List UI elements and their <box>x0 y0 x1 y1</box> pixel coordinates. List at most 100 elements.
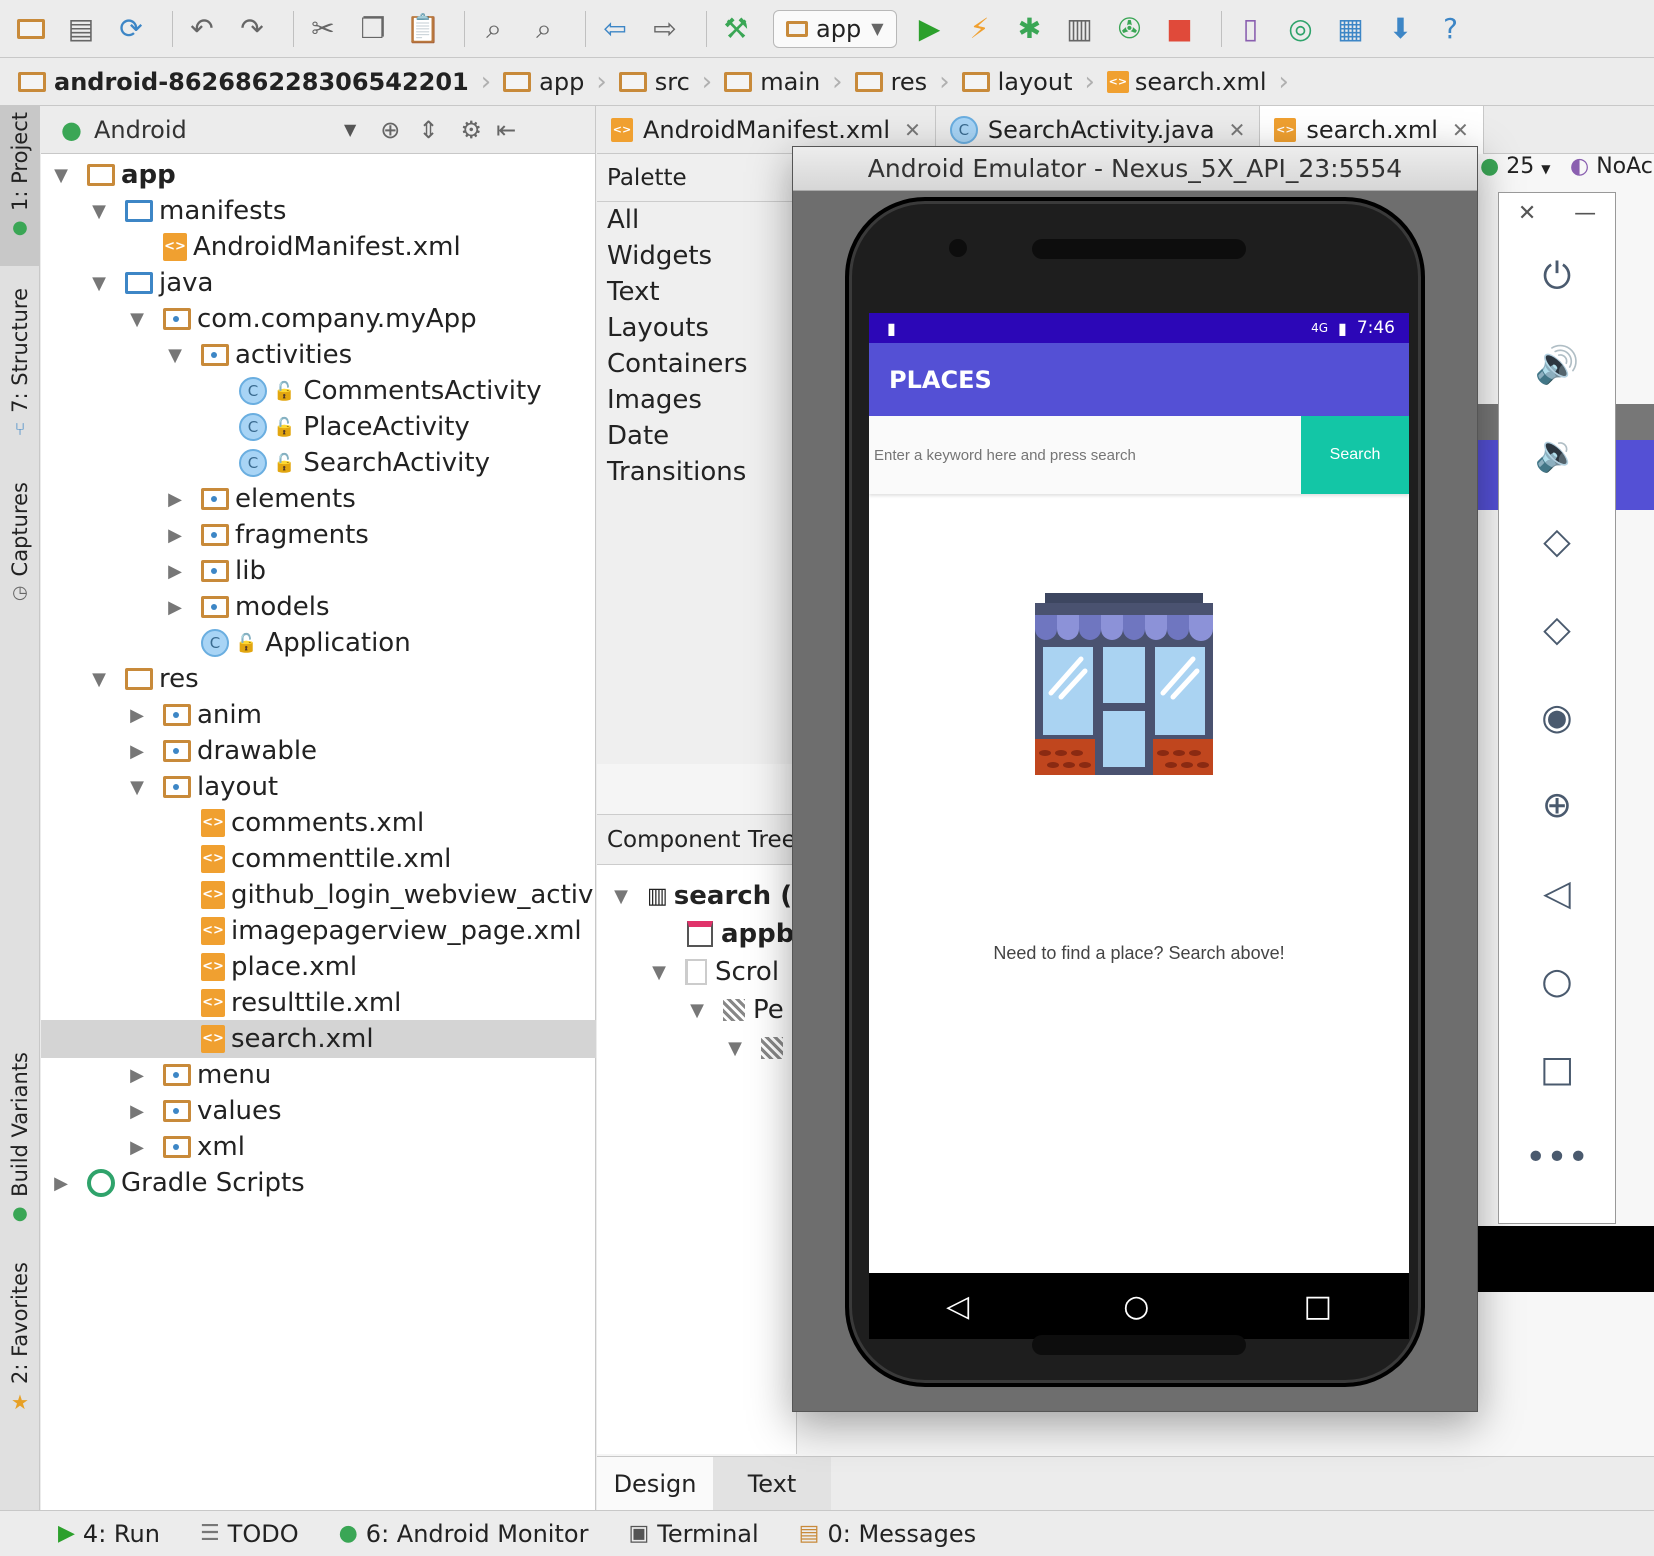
tree-item[interactable]: C 🔓 CommentsActivity <box>41 372 596 410</box>
cut-icon[interactable]: ✂ <box>304 10 342 48</box>
project-structure-icon[interactable]: ▦ <box>1332 10 1370 48</box>
tab-design[interactable]: Design <box>597 1457 713 1511</box>
volume-down-icon[interactable]: 🔉 <box>1499 409 1615 497</box>
back-icon[interactable]: ⇦ <box>596 10 634 48</box>
palette-category[interactable]: Transitions <box>597 454 796 490</box>
save-icon[interactable]: ▤ <box>62 10 100 48</box>
api-level-selector[interactable]: ● 25 ▼ <box>1480 154 1550 179</box>
avd-manager-icon[interactable]: ▯ <box>1232 10 1270 48</box>
overview-icon[interactable]: □ <box>1499 1025 1615 1113</box>
palette-category[interactable]: Date <box>597 418 796 454</box>
collapse-arrow-icon[interactable]: ▶ <box>125 705 149 726</box>
tree-item[interactable]: ▼ activities <box>41 336 596 374</box>
palette-category[interactable]: Widgets <box>597 238 796 274</box>
find-icon[interactable]: ⌕ <box>475 10 513 48</box>
breadcrumb-item-app[interactable]: app <box>503 68 584 96</box>
copy-icon[interactable]: ❐ <box>354 10 392 48</box>
tool-tab-captures[interactable]: Captures ◷ <box>0 476 40 616</box>
palette-category[interactable]: Layouts <box>597 310 796 346</box>
tree-item[interactable]: C 🔓 Application <box>41 624 596 662</box>
minimize-icon[interactable]: — <box>1574 201 1596 226</box>
undo-icon[interactable]: ↶ <box>183 10 221 48</box>
back-nav-icon[interactable]: ◁ <box>946 1289 969 1324</box>
replace-icon[interactable]: ⌕ <box>525 10 563 48</box>
stop-icon[interactable]: ■ <box>1161 10 1199 48</box>
run-configuration-dropdown[interactable]: app ▼ <box>773 9 897 48</box>
tool-tab-build-variants[interactable]: Build Variants ● <box>0 1046 40 1224</box>
project-view-selector[interactable]: Android <box>94 116 344 144</box>
collapse-arrow-icon[interactable]: ▶ <box>125 741 149 762</box>
tree-item[interactable]: ▼ app <box>41 156 596 194</box>
tree-item[interactable]: ▼ com.company.myApp <box>41 300 596 338</box>
open-folder-icon[interactable] <box>12 10 50 48</box>
tree-item[interactable]: <> resulttile.xml <box>41 984 596 1022</box>
collapse-arrow-icon[interactable]: ▶ <box>163 525 187 546</box>
help-icon[interactable]: ? <box>1432 10 1470 48</box>
tree-item[interactable]: ▼ java <box>41 264 596 302</box>
palette-category[interactable]: Images <box>597 382 796 418</box>
breadcrumb-item-src[interactable]: src <box>618 68 690 96</box>
power-icon[interactable]: ⏻ <box>1499 233 1615 321</box>
collapse-arrow-icon[interactable]: ▶ <box>163 489 187 510</box>
rotate-right-icon[interactable]: ◇ <box>1499 585 1615 673</box>
hide-panel-icon[interactable]: ⇤ <box>496 116 516 144</box>
tree-item[interactable]: ▶ fragments <box>41 516 596 554</box>
expand-arrow-icon[interactable]: ▼ <box>87 273 111 294</box>
close-icon[interactable]: ✕ <box>904 118 921 142</box>
tree-item[interactable]: ▶ values <box>41 1092 596 1130</box>
tree-item[interactable]: ▶ menu <box>41 1056 596 1094</box>
breadcrumb-item-layout[interactable]: layout <box>961 68 1072 96</box>
expand-arrow-icon[interactable]: ▼ <box>163 345 187 366</box>
collapse-arrow-icon[interactable]: ▶ <box>163 597 187 618</box>
tree-item[interactable]: C 🔓 SearchActivity <box>41 444 596 482</box>
collapse-all-icon[interactable]: ⇕ <box>418 116 438 144</box>
component-tree-row[interactable]: ▼ <box>723 1029 791 1067</box>
tool-tab-structure[interactable]: 7: Structure ⑂ <box>0 282 40 452</box>
camera-icon[interactable]: ◉ <box>1499 673 1615 761</box>
close-icon[interactable]: ✕ <box>1452 118 1469 142</box>
tool-tab-favorites[interactable]: 2: Favorites ★ <box>0 1256 40 1416</box>
collapse-arrow-icon[interactable]: ▶ <box>163 561 187 582</box>
palette-category[interactable]: Text <box>597 274 796 310</box>
breadcrumb-item-res[interactable]: res <box>854 68 927 96</box>
palette-category[interactable]: All <box>597 202 796 238</box>
tree-item[interactable]: ▶ Gradle Scripts <box>41 1164 596 1202</box>
close-icon[interactable]: ✕ <box>1229 118 1246 142</box>
tool-button-todo[interactable]: ☰ TODO <box>200 1520 299 1548</box>
breadcrumb-item-file[interactable]: <> search.xml <box>1106 68 1267 96</box>
tool-button-messages[interactable]: ▤ 0: Messages <box>799 1520 976 1548</box>
tree-item[interactable]: <> search.xml <box>41 1020 596 1058</box>
component-tree-row[interactable]: appb <box>687 915 794 953</box>
profile-icon[interactable]: ▥ <box>1061 10 1099 48</box>
collapse-arrow-icon[interactable]: ▶ <box>49 1173 73 1194</box>
tool-button-android-monitor[interactable]: ● 6: Android Monitor <box>339 1520 589 1548</box>
forward-icon[interactable]: ⇨ <box>646 10 684 48</box>
tree-item[interactable]: ▶ drawable <box>41 732 596 770</box>
tool-tab-project[interactable]: 1: Project ● <box>0 106 40 266</box>
back-icon[interactable]: ◁ <box>1499 849 1615 937</box>
collapse-arrow-icon[interactable]: ▶ <box>125 1065 149 1086</box>
tree-item[interactable]: <> comments.xml <box>41 804 596 842</box>
attach-debugger-icon[interactable]: ✇ <box>1111 10 1149 48</box>
apply-changes-icon[interactable]: ⚡ <box>961 10 999 48</box>
expand-arrow-icon[interactable]: ▼ <box>87 201 111 222</box>
locate-icon[interactable]: ⊕ <box>380 116 400 144</box>
tool-button-run[interactable]: ▶ 4: Run <box>58 1520 160 1548</box>
tree-item[interactable]: ▶ lib <box>41 552 596 590</box>
tree-item[interactable]: <> AndroidManifest.xml <box>41 228 596 266</box>
component-tree-row[interactable]: ▼ Pe <box>685 991 784 1029</box>
tree-item[interactable]: ▼ layout <box>41 768 596 806</box>
volume-up-icon[interactable]: 🔊 <box>1499 321 1615 409</box>
run-icon[interactable]: ▶ <box>911 10 949 48</box>
sync-gradle-icon[interactable]: ◎ <box>1282 10 1320 48</box>
more-icon[interactable]: ••• <box>1499 1113 1615 1201</box>
gear-icon[interactable]: ⚙ <box>460 116 482 144</box>
component-tree-row[interactable]: ▼ Scrol <box>647 953 779 991</box>
breadcrumb-item-main[interactable]: main <box>724 68 820 96</box>
expand-arrow-icon[interactable]: ▼ <box>125 309 149 330</box>
tree-item[interactable]: ▶ models <box>41 588 596 626</box>
tree-item[interactable]: ▶ elements <box>41 480 596 518</box>
breadcrumb-item-project[interactable]: android-862686228306542201 <box>18 68 469 96</box>
close-icon[interactable]: ✕ <box>1518 201 1536 226</box>
search-input[interactable] <box>869 416 1301 494</box>
